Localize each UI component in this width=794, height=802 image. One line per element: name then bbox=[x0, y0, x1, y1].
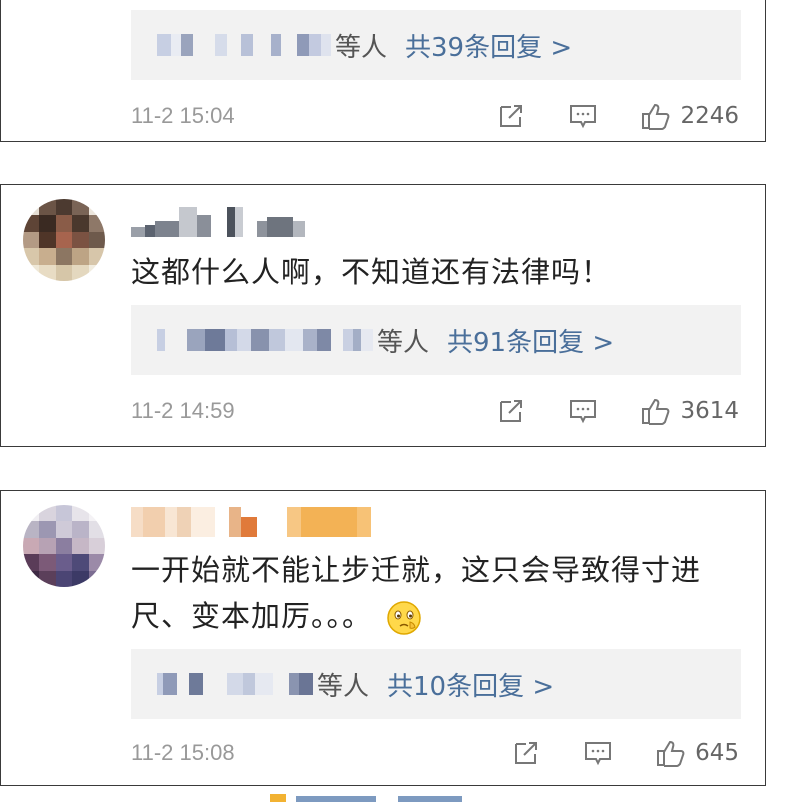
view-replies-link[interactable]: 共39条回复 > bbox=[405, 27, 572, 64]
view-replies-link[interactable]: 共10条回复 > bbox=[387, 666, 554, 703]
comment-button[interactable] bbox=[568, 101, 598, 131]
comment-icon bbox=[570, 400, 597, 424]
comment-footer: 11-2 15:08 645 bbox=[131, 735, 739, 771]
comment-footer: 11-2 14:59 3614 bbox=[131, 393, 739, 429]
reply-suffix: 等人 bbox=[317, 671, 370, 702]
comment-footer: 11-2 15:04 2246 bbox=[131, 98, 739, 134]
comment-text-line-2-text: 尺、变本加厉。。。 bbox=[131, 599, 373, 633]
comment-time: 11-2 15:08 bbox=[131, 740, 235, 765]
comment-button[interactable] bbox=[583, 738, 613, 768]
share-button[interactable] bbox=[511, 738, 541, 768]
thumbs-up-icon bbox=[642, 398, 670, 425]
reply-summary[interactable]: 等人 共10条回复 > bbox=[131, 649, 741, 719]
like-button[interactable]: 645 bbox=[655, 738, 739, 768]
like-count: 3614 bbox=[680, 398, 739, 424]
comment-text-line-2: 尺、变本加厉。。。 bbox=[131, 593, 725, 639]
share-icon bbox=[500, 400, 523, 422]
reply-summary[interactable]: 等人 共91条回复 > bbox=[131, 305, 741, 375]
share-icon bbox=[500, 105, 523, 127]
blurred-reply-usernames bbox=[157, 30, 331, 60]
cut-off-bottom-link bbox=[270, 794, 462, 802]
blurred-username[interactable] bbox=[131, 207, 305, 237]
comment-card-1: 等人 共39条回复 > 11-2 15:04 2246 bbox=[0, 0, 766, 142]
reply-suffix: 等人 bbox=[377, 327, 430, 358]
blurred-reply-usernames bbox=[157, 325, 373, 355]
like-count: 2246 bbox=[680, 103, 739, 129]
thumbs-up-icon bbox=[657, 740, 685, 767]
blurred-username[interactable] bbox=[131, 507, 371, 537]
comment-time: 11-2 15:04 bbox=[131, 103, 235, 128]
share-icon bbox=[515, 742, 538, 764]
share-button[interactable] bbox=[496, 101, 526, 131]
blurred-reply-usernames bbox=[157, 669, 313, 699]
share-button[interactable] bbox=[496, 396, 526, 426]
like-count: 645 bbox=[695, 740, 739, 766]
thumbs-up-icon bbox=[642, 103, 670, 130]
like-button[interactable]: 3614 bbox=[640, 396, 739, 426]
thinking-face-emoji bbox=[387, 601, 421, 635]
comment-text: 这都什么人啊，不知道还有法律吗！ bbox=[131, 255, 612, 289]
view-replies-link[interactable]: 共91条回复 > bbox=[447, 322, 614, 359]
comment-text: 一开始就不能让步迁就，这只会导致得寸进 尺、变本加厉。。。 bbox=[131, 547, 725, 639]
comment-text-line-1: 一开始就不能让步迁就，这只会导致得寸进 bbox=[131, 553, 702, 587]
comment-card-2: 这都什么人啊，不知道还有法律吗！ 等人 共91条回复 > 11-2 14:59 … bbox=[0, 184, 766, 447]
avatar[interactable] bbox=[23, 199, 105, 281]
reply-summary[interactable]: 等人 共39条回复 > bbox=[131, 10, 741, 80]
comment-time: 11-2 14:59 bbox=[131, 398, 235, 423]
like-button[interactable]: 2246 bbox=[640, 101, 739, 131]
avatar[interactable] bbox=[23, 505, 105, 587]
comment-button[interactable] bbox=[568, 396, 598, 426]
reply-suffix: 等人 bbox=[335, 32, 388, 63]
comment-icon bbox=[585, 742, 612, 766]
comment-card-3: 一开始就不能让步迁就，这只会导致得寸进 尺、变本加厉。。。 等人 共10条回复 … bbox=[0, 490, 766, 786]
comment-icon bbox=[570, 105, 597, 129]
